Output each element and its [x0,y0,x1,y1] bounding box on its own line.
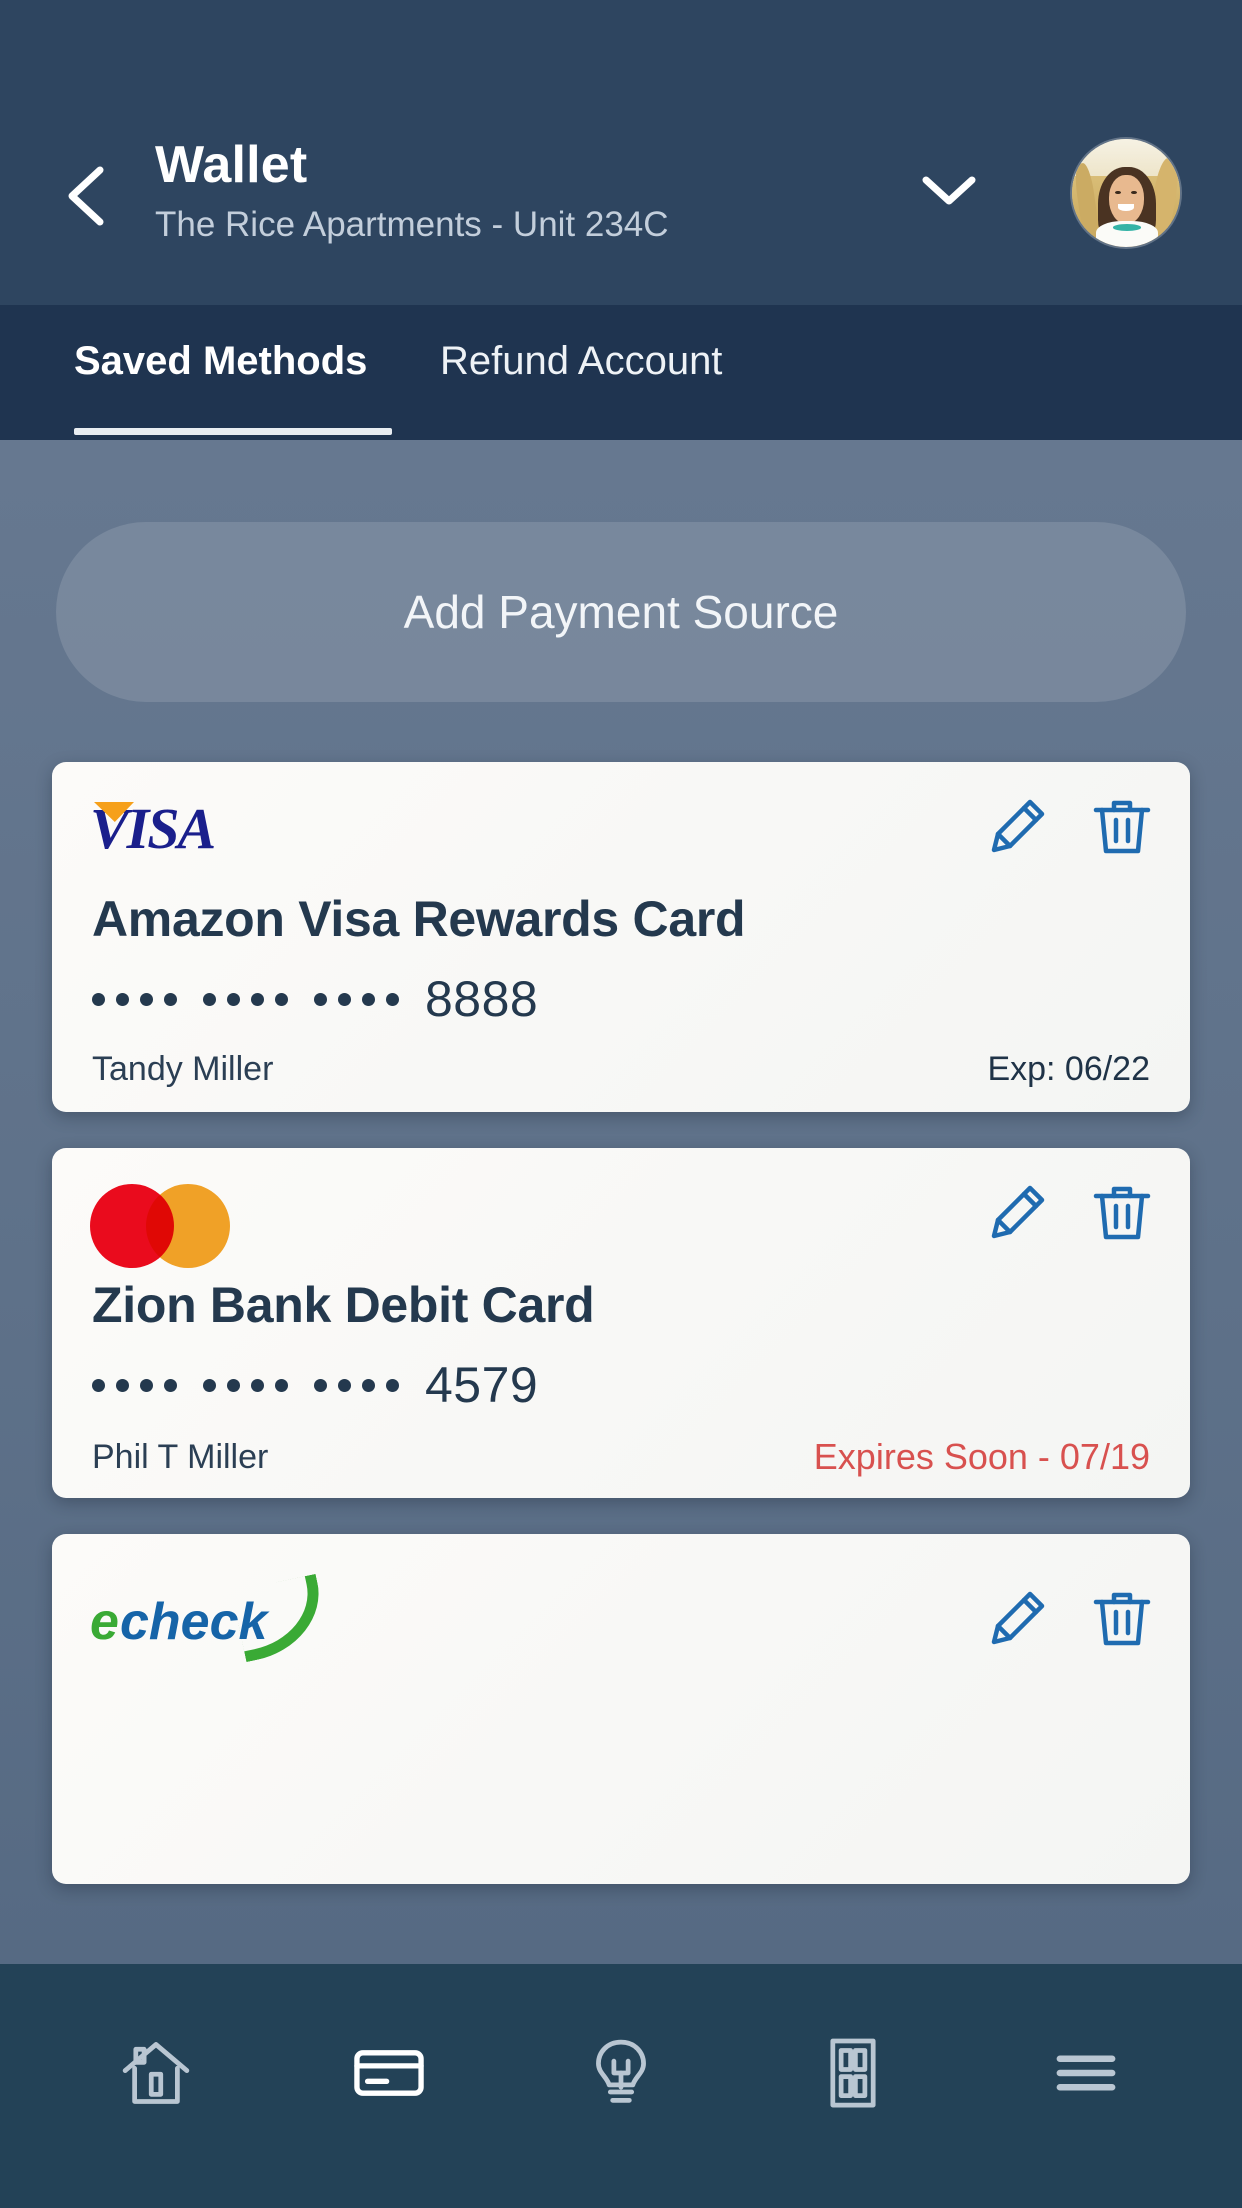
mastercard-logo-icon [90,1184,230,1268]
door-icon [830,2038,876,2108]
avatar-photo [1072,139,1180,247]
payment-method-card[interactable]: VISA Amazon Visa Rewards Card 8888 Tandy… [52,762,1190,1112]
mastercard-yellow-circle [146,1184,230,1268]
tab-saved-methods[interactable]: Saved Methods [74,339,367,408]
chevron-down-icon [922,176,976,205]
lightbulb-icon [596,2039,646,2103]
app-header: Wallet The Rice Apartments - Unit 234C [0,0,1242,305]
card-title: Zion Bank Debit Card [92,1277,595,1333]
bottom-navigation [0,1964,1242,2208]
edit-card-button[interactable] [986,794,1050,858]
card-title: Amazon Visa Rewards Card [92,891,746,947]
back-button[interactable] [58,160,118,232]
nav-wallet[interactable] [329,2019,449,2127]
payment-method-card[interactable]: e check [52,1534,1190,1884]
trash-delete-icon [1093,1186,1151,1240]
edit-card-button[interactable] [986,1180,1050,1244]
hamburger-menu-icon [1056,2055,1116,2091]
delete-card-button[interactable] [1090,1586,1154,1650]
home-icon [122,2042,190,2104]
card-footer: Tandy Miller Exp: 06/22 [92,1050,1150,1089]
card-last4: 8888 [425,971,539,1027]
credit-card-icon [353,2050,424,2096]
card-holder-name: Phil T Miller [92,1437,269,1476]
card-action-group [986,794,1154,858]
trash-delete-icon [1093,800,1151,854]
card-last4: 4579 [425,1357,539,1413]
page-subtitle: The Rice Apartments - Unit 234C [155,205,669,245]
nav-ideas[interactable] [561,2019,681,2127]
echeck-wordmark-e: e [90,1593,119,1651]
delete-card-button[interactable] [1090,1180,1154,1244]
card-number: 8888 [92,970,538,1028]
property-dropdown-button[interactable] [918,170,980,210]
edit-card-button[interactable] [986,1586,1050,1650]
echeck-swoosh-icon [231,1573,331,1663]
tab-refund-account[interactable]: Refund Account [440,339,722,408]
card-footer: Phil T Miller Expires Soon - 07/19 [92,1436,1150,1478]
avatar[interactable] [1072,139,1180,247]
tab-bar: Saved Methods Refund Account [0,305,1242,440]
active-tab-indicator [74,428,392,435]
card-holder-name: Tandy Miller [92,1050,274,1088]
add-payment-source-button[interactable]: Add Payment Source [56,522,1186,702]
card-action-group [986,1586,1154,1650]
pencil-edit-icon [991,1185,1045,1239]
content-area: Add Payment Source VISA Amazon Visa Rewa… [0,440,1242,1964]
card-expiry-warning: Expires Soon - 07/19 [813,1436,1150,1477]
page-title: Wallet [155,136,308,194]
nav-home[interactable] [96,2019,216,2127]
delete-card-button[interactable] [1090,794,1154,858]
echeck-logo-icon: e check [90,1573,331,1663]
chevron-left-icon [68,166,104,226]
card-expiry: Exp: 06/22 [987,1050,1150,1088]
card-number: 4579 [92,1356,538,1414]
nav-property[interactable] [793,2019,913,2127]
trash-delete-icon [1093,1592,1151,1646]
visa-logo-icon: VISA [90,798,268,860]
header-title-block: Wallet The Rice Apartments - Unit 234C [155,135,669,245]
nav-menu[interactable] [1026,2019,1146,2127]
pencil-edit-icon [991,799,1045,853]
pencil-edit-icon [991,1591,1045,1645]
payment-method-card[interactable]: Zion Bank Debit Card 4579 Phil T Miller … [52,1148,1190,1498]
wallet-screen: Wallet The Rice Apartments - Unit 234C S… [0,0,1242,2208]
card-action-group [986,1180,1154,1244]
